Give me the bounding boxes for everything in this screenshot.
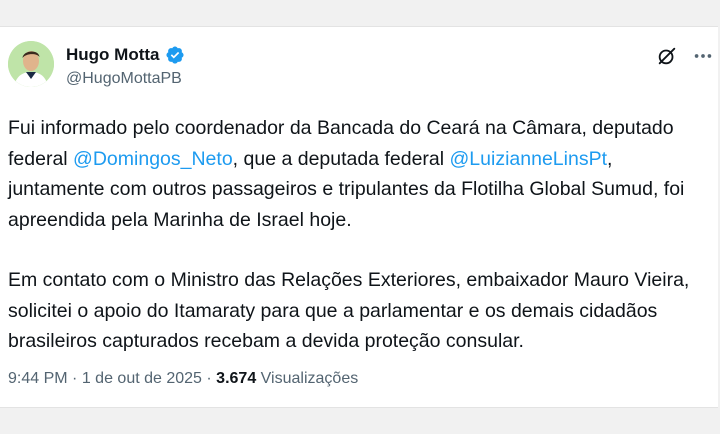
mention-link-domingos-neto[interactable]: @Domingos_Neto (73, 148, 233, 170)
views-label: Visualizações (260, 370, 359, 387)
tweet-text: Fui informado pelo coordenador da Bancad… (8, 113, 708, 387)
author-display-name[interactable]: Hugo Motta (66, 45, 159, 65)
tweet-time[interactable]: 9:44 PM (8, 370, 68, 387)
author-handle[interactable]: @HugoMottaPB (66, 70, 182, 88)
avatar[interactable] (8, 41, 54, 87)
tweet-card: Hugo Motta @HugoMottaPB Fui informado pe… (0, 26, 718, 408)
verified-badge-icon (166, 46, 185, 64)
tweet-meta: 9:44 PM · 1 de out de 2025 · 3.674 Visua… (8, 370, 358, 388)
meta-separator: · (206, 370, 212, 387)
tweet-date[interactable]: 1 de out de 2025 (82, 370, 202, 387)
views-count: 3.674 (216, 370, 257, 387)
mention-link-luizianne-lins[interactable]: @LuizianneLinsPt (450, 148, 607, 170)
tweet-text-segment: , que a deputada federal (232, 147, 450, 170)
meta-separator: · (72, 370, 78, 387)
grok-icon[interactable] (656, 45, 678, 67)
more-options-icon[interactable] (692, 45, 714, 67)
tweet-paragraph-2: Em contato com o Ministro das Relações E… (8, 269, 690, 352)
profile-photo-icon (8, 41, 54, 87)
tweet-paragraph-1: Fui informado pelo coordenador da Bancad… (8, 113, 708, 235)
author-name-row: Hugo Motta (66, 45, 185, 65)
